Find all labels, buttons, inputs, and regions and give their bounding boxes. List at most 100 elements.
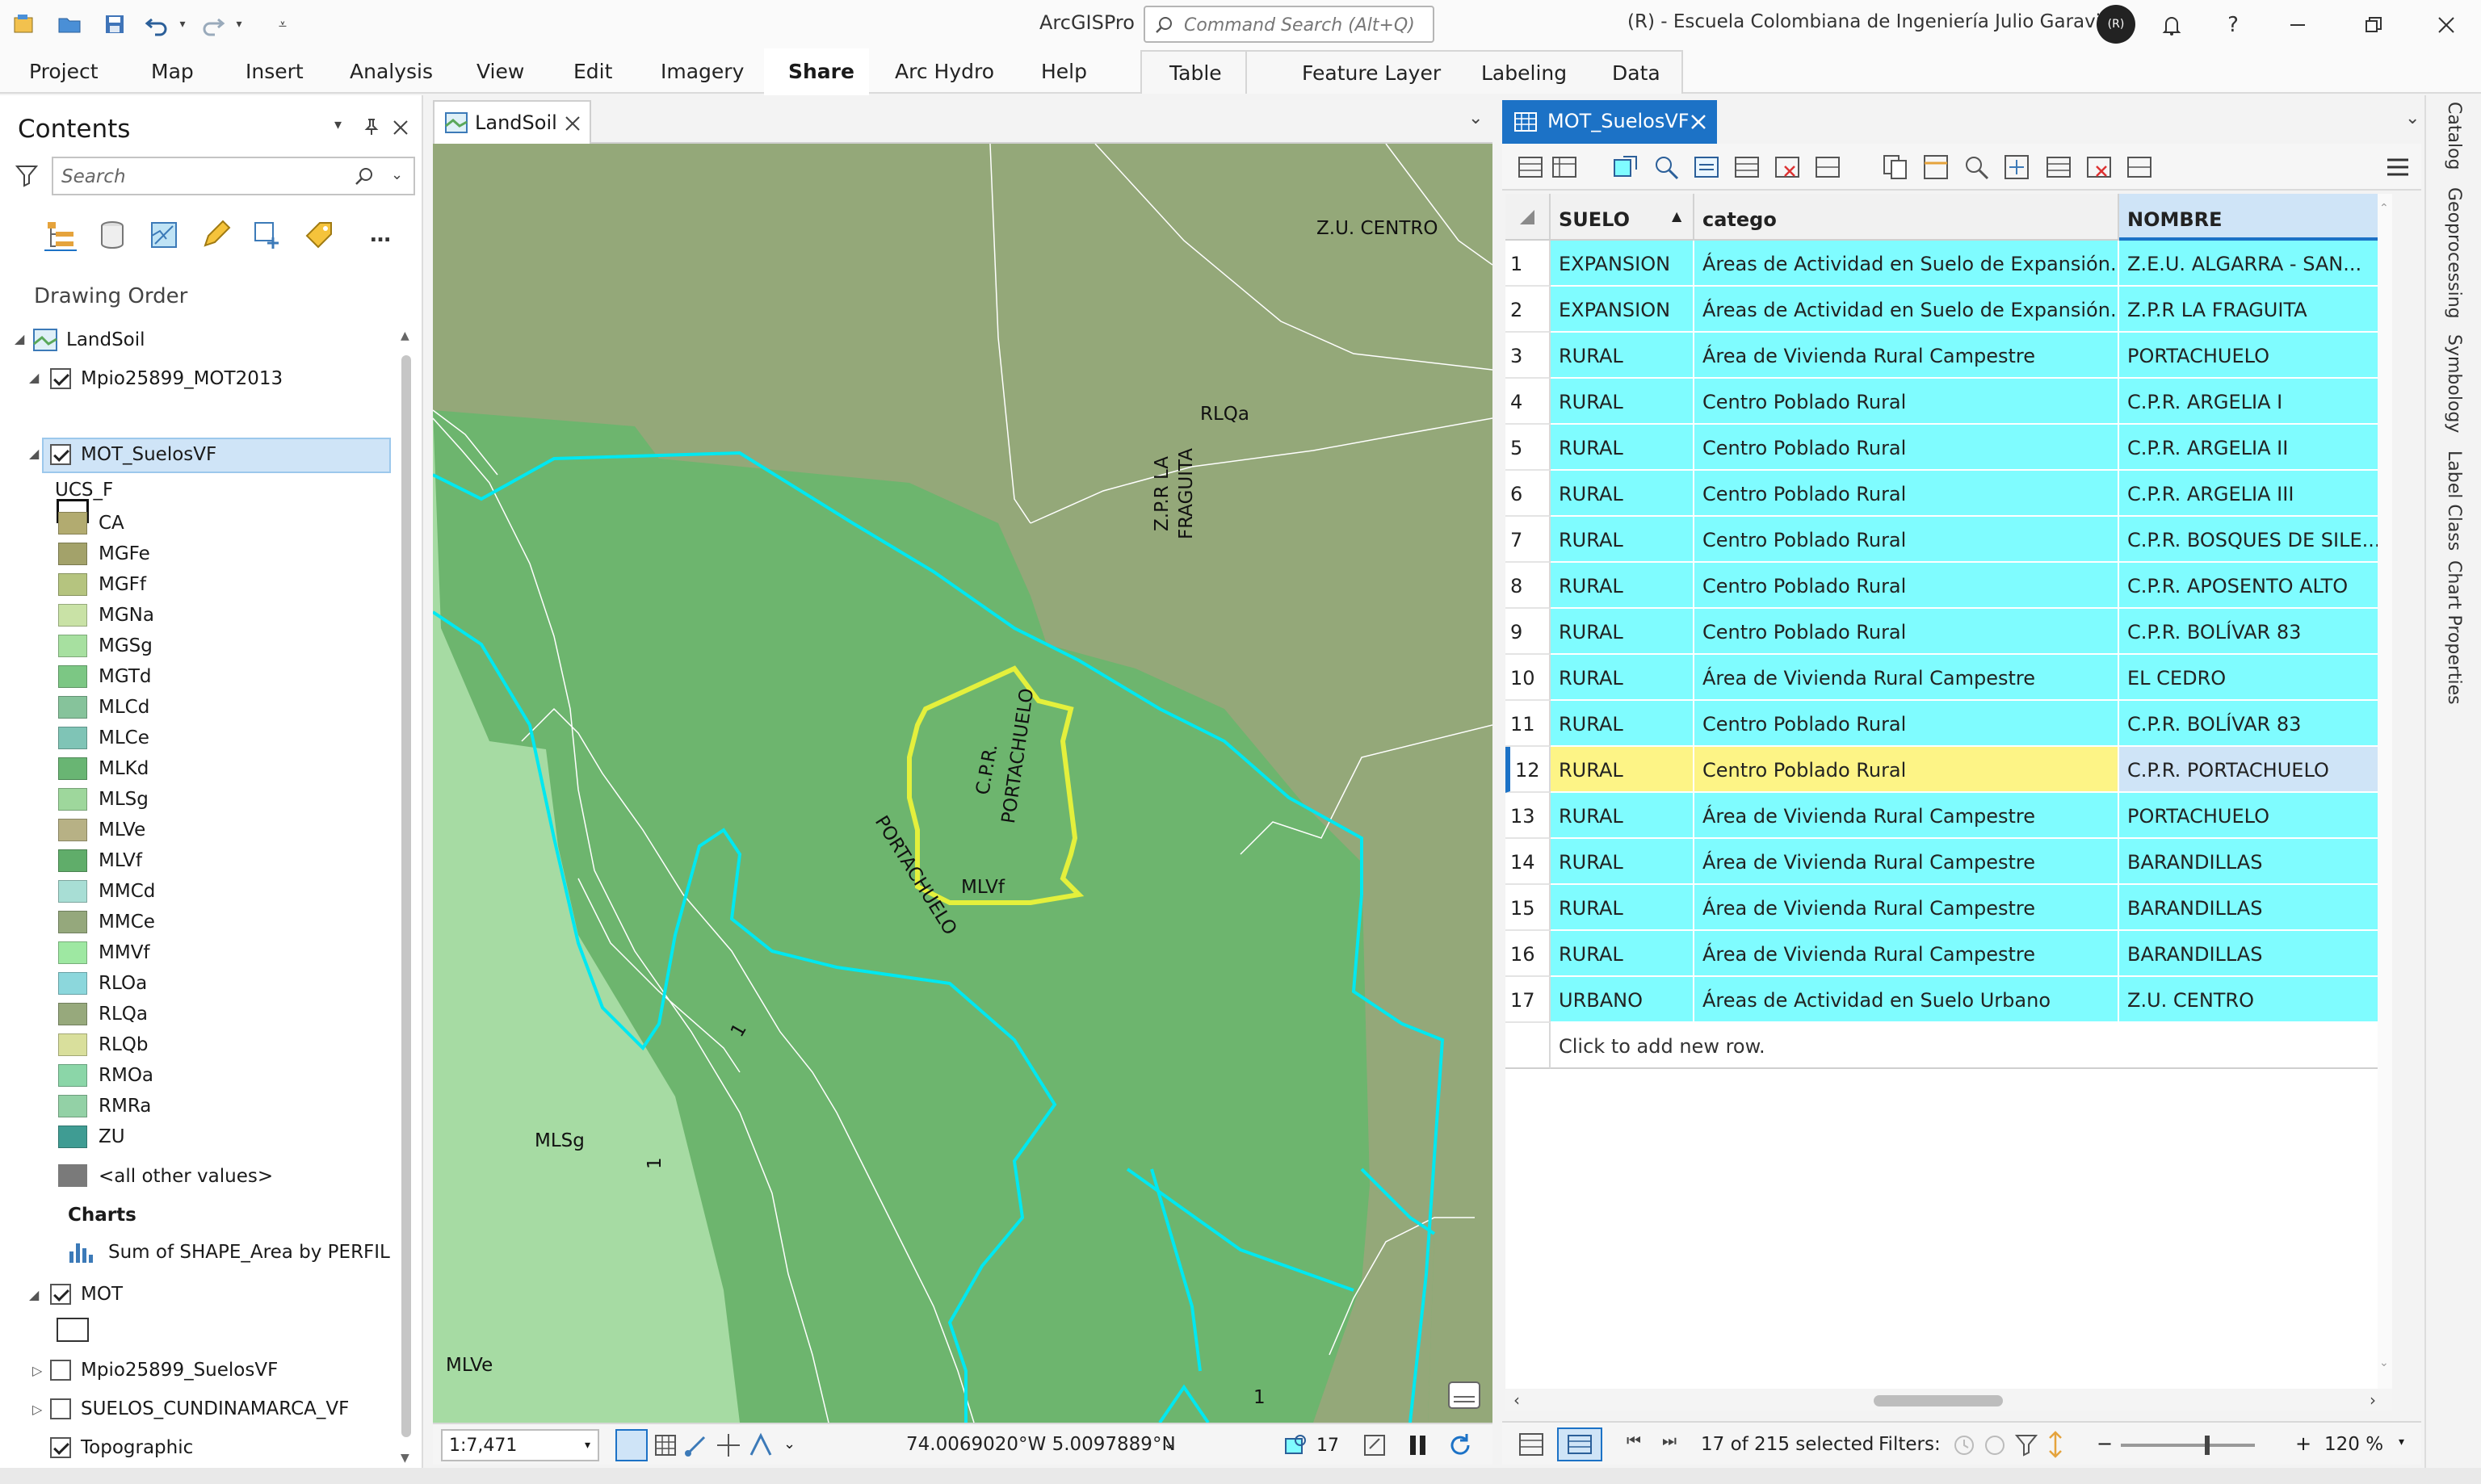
cell-nombre[interactable]: C.P.R. ARGELIA II	[2119, 425, 2384, 471]
cell-nombre[interactable]: Z.U. CENTRO	[2119, 977, 2384, 1023]
close-window-icon[interactable]	[2426, 6, 2466, 44]
cell-suelo[interactable]: RURAL	[1551, 655, 1694, 701]
cell-n[interactable]: 14	[1505, 839, 1551, 885]
redo-dropdown-icon[interactable]: ▾	[229, 8, 249, 40]
filter-icon[interactable]	[15, 163, 39, 187]
list-by-labeling-icon[interactable]	[299, 215, 339, 255]
layer-visibility-checkbox[interactable]	[50, 1398, 71, 1419]
tab-insert[interactable]: Insert	[246, 60, 304, 83]
table-row[interactable]: 17 URBANO Áreas de Actividad en Suelo Urba…	[1505, 977, 2392, 1023]
cell-suelo[interactable]: EXPANSION	[1551, 241, 1694, 287]
legend-swatch[interactable]	[58, 665, 87, 688]
undo-dropdown-icon[interactable]: ▾	[173, 8, 192, 40]
table-row[interactable]: 13 RURAL Área de Vivienda Rural Campestre P…	[1505, 793, 2392, 839]
cell-catego[interactable]: Centro Poblado Rural	[1694, 425, 2119, 471]
coordinate-format-dropdown-icon[interactable]: ⌄	[1163, 1436, 1175, 1453]
map-canvas[interactable]: Z.U. CENTRO RLQa Z.P.R LA FRAGUITA C.P.R…	[433, 144, 1492, 1423]
tab-list-dropdown-icon[interactable]: ⌄	[1468, 108, 1483, 128]
dock-geoprocessing[interactable]: Geoprocessing	[2444, 187, 2464, 319]
map-node-landsoil[interactable]: LandSoil	[66, 329, 145, 350]
cell-nombre[interactable]: C.P.R. PORTACHUELO	[2119, 747, 2384, 793]
cell-catego[interactable]: Área de Vivienda Rural Campestre	[1694, 793, 2119, 839]
table-row[interactable]: 5 RURAL Centro Poblado Rural C.P.R. ARGELIA…	[1505, 425, 2392, 471]
cell-suelo[interactable]: RURAL	[1551, 701, 1694, 747]
tab-arc-hydro[interactable]: Arc Hydro	[895, 60, 994, 83]
table-row[interactable]: 3 RURAL Área de Vivienda Rural Campestre PO…	[1505, 333, 2392, 379]
collapse-arrow-icon[interactable]: ◢	[29, 370, 39, 385]
options-dropdown-icon[interactable]: ⌄	[783, 1436, 796, 1453]
cell-catego[interactable]: Centro Poblado Rural	[1694, 379, 2119, 425]
cell-n[interactable]: 10	[1505, 655, 1551, 701]
zoom-out-icon[interactable]: −	[2097, 1432, 2113, 1455]
legend-swatch[interactable]	[58, 819, 87, 841]
cell-nombre[interactable]: C.P.R. ARGELIA I	[2119, 379, 2384, 425]
restore-icon[interactable]	[2353, 6, 2394, 44]
table-row[interactable]: 10 RURAL Área de Vivienda Rural Campestre E…	[1505, 655, 2392, 701]
cell-n[interactable]: 4	[1505, 379, 1551, 425]
more-options-icon[interactable]: …	[360, 215, 401, 255]
legend-swatch[interactable]	[58, 543, 87, 565]
extent-filter-icon[interactable]	[2014, 1432, 2038, 1457]
delete-selected-icon[interactable]	[1814, 153, 1841, 181]
tab-project[interactable]: Project	[29, 60, 99, 83]
snapping-icon[interactable]	[683, 1432, 709, 1458]
cell-nombre[interactable]: C.P.R. APOSENTO ALTO	[2119, 563, 2384, 609]
dock-symbology[interactable]: Symbology	[2444, 334, 2464, 433]
column-header-nombre[interactable]: NOMBRE	[2119, 194, 2384, 241]
first-record-icon[interactable]: ⏮	[1627, 1431, 1641, 1450]
cell-n[interactable]: 15	[1505, 885, 1551, 931]
list-by-drawing-order-icon[interactable]	[40, 215, 81, 255]
scroll-right-icon[interactable]: ›	[2370, 1390, 2376, 1410]
project-icon[interactable]	[8, 8, 40, 40]
cell-suelo[interactable]: RURAL	[1551, 839, 1694, 885]
layer-visibility-checkbox[interactable]	[50, 1360, 71, 1381]
legend-swatch[interactable]	[58, 911, 87, 933]
tab-edit[interactable]: Edit	[573, 60, 612, 83]
cell-catego[interactable]: Áreas de Actividad en Suelo Urbano	[1694, 977, 2119, 1023]
select-by-attributes-icon[interactable]	[1612, 153, 1639, 181]
cell-suelo[interactable]: RURAL	[1551, 931, 1694, 977]
overview-toggle-icon[interactable]	[1447, 1381, 1481, 1410]
table-row[interactable]: 1 EXPANSION Áreas de Actividad en Suelo de…	[1505, 241, 2392, 287]
layer-visibility-checkbox[interactable]	[50, 1437, 71, 1458]
scroll-down-icon[interactable]: ⌄	[2379, 1356, 2389, 1369]
cell-suelo[interactable]: RURAL	[1551, 471, 1694, 517]
cell-catego[interactable]: Centro Poblado Rural	[1694, 563, 2119, 609]
cell-nombre[interactable]: C.P.R. BOLÍVAR 83	[2119, 701, 2384, 747]
close-tab-icon[interactable]	[564, 115, 581, 132]
refresh-icon[interactable]	[1447, 1432, 1473, 1458]
cell-nombre[interactable]: PORTACHUELO	[2119, 793, 2384, 839]
command-search-input[interactable]: Command Search (Alt+Q)	[1144, 6, 1434, 43]
cell-n[interactable]: 12	[1505, 747, 1551, 793]
table-header-corner[interactable]	[1505, 194, 1551, 241]
legend-swatch[interactable]	[58, 880, 87, 903]
cell-suelo[interactable]: RURAL	[1551, 747, 1694, 793]
cell-n[interactable]: 5	[1505, 425, 1551, 471]
legend-swatch[interactable]	[58, 1164, 87, 1187]
add-field-icon[interactable]	[1517, 153, 1544, 181]
delete-highlighted-icon[interactable]	[2126, 153, 2153, 181]
cell-catego[interactable]: Áreas de Actividad en Suelo de Expansión…	[1694, 287, 2119, 333]
legend-swatch[interactable]	[58, 727, 87, 749]
layer-mpio25899-suelosvf[interactable]: Mpio25899_SuelosVF	[81, 1360, 278, 1381]
notifications-bell-icon[interactable]	[2151, 6, 2192, 44]
table-row[interactable]: 8 RURAL Centro Poblado Rural C.P.R. APOSENT…	[1505, 563, 2392, 609]
unhighlight-icon[interactable]	[2085, 153, 2113, 181]
map-view-tab[interactable]: LandSoil	[433, 100, 591, 144]
table-row[interactable]: 4 RURAL Centro Poblado Rural C.P.R. ARGELIA…	[1505, 379, 2392, 425]
cell-nombre[interactable]: BARANDILLAS	[2119, 931, 2384, 977]
tab-analysis[interactable]: Analysis	[350, 60, 433, 83]
cell-nombre[interactable]: C.P.R. ARGELIA III	[2119, 471, 2384, 517]
cell-nombre[interactable]: BARANDILLAS	[2119, 885, 2384, 931]
pin-icon[interactable]	[363, 118, 380, 136]
constraints-icon[interactable]	[716, 1432, 741, 1458]
switch-selection-icon[interactable]	[1693, 153, 1720, 181]
table-row[interactable]: 14 RURAL Área de Vivienda Rural Campestre B…	[1505, 839, 2392, 885]
cell-catego[interactable]: Áreas de Actividad en Suelo de Expansión…	[1694, 241, 2119, 287]
column-header-catego[interactable]: catego	[1694, 194, 2119, 241]
cell-suelo[interactable]: EXPANSION	[1551, 287, 1694, 333]
customize-toolbar-icon[interactable]: ⩡	[267, 8, 299, 40]
table-horizontal-scrollbar[interactable]: ‹ ›	[1505, 1389, 2392, 1411]
tab-labeling[interactable]: Labeling	[1481, 61, 1567, 85]
cell-n[interactable]: 7	[1505, 517, 1551, 563]
